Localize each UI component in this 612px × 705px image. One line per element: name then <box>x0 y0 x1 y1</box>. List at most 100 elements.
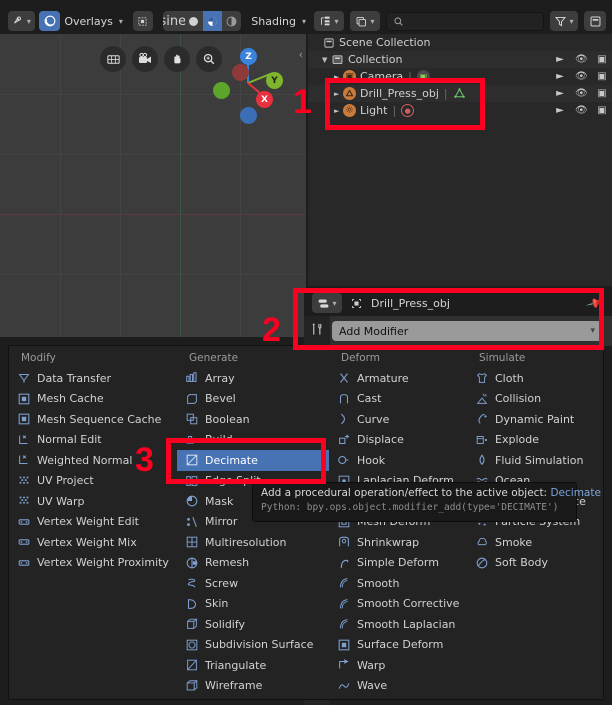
shading-material-preview-button[interactable] <box>203 11 223 31</box>
menu-item-subdivision-surface[interactable]: Subdivision Surface <box>177 635 329 656</box>
menu-item-simple-deform[interactable]: Simple Deform <box>329 553 467 574</box>
disclosure-triangle-icon[interactable]: ▼ <box>322 56 331 64</box>
add-modifier-menu[interactable]: Modify Data Transfer Mesh Cache Mesh Seq… <box>8 345 604 700</box>
tooltip-python: Python: bpy.ops.object.modifier_add(type… <box>261 502 559 513</box>
hand-pan-icon[interactable] <box>164 46 190 72</box>
selectability-arrow-icon[interactable]: ► <box>554 71 566 82</box>
menu-item-smooth[interactable]: Smooth <box>329 573 467 594</box>
menu-item-explode[interactable]: Explode <box>467 430 603 451</box>
menu-item-bevel[interactable]: Bevel <box>177 389 329 410</box>
menu-item-smooth-corrective[interactable]: Smooth Corrective <box>329 594 467 615</box>
menu-column-heading: Modify <box>21 352 56 364</box>
menu-item-smooth-laplacian[interactable]: Smooth Laplacian <box>329 614 467 635</box>
new-collection-icon[interactable] <box>584 11 606 31</box>
outliner-row-scene-collection[interactable]: Scene Collection <box>308 34 612 51</box>
grid-tool-icon[interactable] <box>100 46 126 72</box>
gizmo-axis-neg-x[interactable] <box>232 64 249 81</box>
menu-item-fluid-simulation[interactable]: Fluid Simulation <box>467 450 603 471</box>
outliner[interactable]: Scene Collection ▼ Collection ► 👁 ▣ ► ▣ … <box>308 34 612 286</box>
menu-item-curve[interactable]: Curve <box>329 409 467 430</box>
selectability-arrow-icon[interactable]: ► <box>554 88 566 99</box>
gizmo-axis-neg-z[interactable] <box>240 107 257 124</box>
menu-item-shrinkwrap[interactable]: Shrinkwrap <box>329 532 467 553</box>
menu-item-surface-deform[interactable]: Surface Deform <box>329 635 467 656</box>
gizmo-axis-x[interactable]: X <box>256 91 273 108</box>
camera-tool-icon[interactable] <box>132 46 158 72</box>
outliner-display-mode-icon[interactable]: ▾ <box>314 11 344 31</box>
shading-rendered-button[interactable] <box>222 11 242 31</box>
menu-item-hook[interactable]: Hook <box>329 450 467 471</box>
menu-items-deform[interactable]: Armature Cast Curve Displace Hook Laplac… <box>329 368 467 696</box>
menu-item-label: Displace <box>357 433 404 447</box>
menu-item-array[interactable]: Array <box>177 368 329 389</box>
visibility-eye-icon[interactable]: 👁 <box>575 71 588 82</box>
menu-item-vertex-weight-proximity[interactable]: Vertex Weight Proximity <box>9 553 177 574</box>
selectability-arrow-icon[interactable]: ► <box>554 54 566 65</box>
menu-item-smoke[interactable]: Smoke <box>467 532 603 553</box>
menu-item-screw[interactable]: Screw <box>177 573 329 594</box>
menu-item-cast[interactable]: Cast <box>329 389 467 410</box>
menu-item-displace[interactable]: Displace <box>329 430 467 451</box>
menu-item-label: Dynamic Paint <box>495 412 575 426</box>
menu-item-data-transfer[interactable]: Data Transfer <box>9 368 177 389</box>
menu-item-solidify[interactable]: Solidify <box>177 614 329 635</box>
menu-item-skin[interactable]: Skin <box>177 594 329 615</box>
menu-item-collision[interactable]: Collision <box>467 389 603 410</box>
menu-item-wireframe[interactable]: Wireframe <box>177 676 329 697</box>
menu-item-boolean[interactable]: Boolean <box>177 409 329 430</box>
menu-item-multiresolution[interactable]: Multiresolution <box>177 532 329 553</box>
gizmo-axis-z[interactable]: Z <box>240 48 257 65</box>
gizmo-axis-neg-y[interactable] <box>213 82 230 99</box>
funnel-filter-icon[interactable]: ▾ <box>550 11 578 31</box>
render-camera-icon[interactable]: ▣ <box>596 88 608 99</box>
render-camera-icon[interactable]: ▣ <box>596 71 608 82</box>
outliner-row-toggles[interactable]: ► 👁 ▣ <box>554 71 608 82</box>
outliner-row-toggles[interactable]: ► 👁 ▣ <box>554 88 608 99</box>
3d-viewport[interactable]: Z Y X ‹ <box>0 34 306 337</box>
shading-mode-group[interactable]: business; <box>162 11 242 31</box>
menu-item-label: UV Warp <box>37 494 85 508</box>
outliner-row-collection[interactable]: ▼ Collection ► 👁 ▣ <box>308 51 612 68</box>
viewport-tool-buttons[interactable] <box>100 46 222 72</box>
menu-item-wave[interactable]: Wave <box>329 676 467 697</box>
xray-toggle-button[interactable] <box>132 11 153 31</box>
boolean-icon <box>185 412 199 426</box>
menu-items-simulate[interactable]: Cloth Collision Dynamic Paint Explode Fl… <box>467 368 603 573</box>
overlays-chevron-icon[interactable]: ▾ <box>119 17 123 26</box>
editor-type-icon[interactable]: ▾ <box>8 11 35 31</box>
gizmo-axis-y[interactable]: Y <box>266 72 283 89</box>
menu-item-warp[interactable]: Warp <box>329 655 467 676</box>
overlays-label[interactable]: Overlays <box>64 15 113 28</box>
menu-item-vertex-weight-mix[interactable]: Vertex Weight Mix <box>9 532 177 553</box>
vertex-weight-proximity-icon <box>17 556 31 570</box>
menu-item-uv-warp[interactable]: UV Warp <box>9 491 177 512</box>
visibility-eye-icon[interactable]: 👁 <box>575 54 588 65</box>
visibility-eye-icon[interactable]: 👁 <box>575 105 588 116</box>
menu-item-soft-body[interactable]: Soft Body <box>467 553 603 574</box>
menu-item-dynamic-paint[interactable]: Dynamic Paint <box>467 409 603 430</box>
menu-item-cloth[interactable]: Cloth <box>467 368 603 389</box>
render-camera-icon[interactable]: ▣ <box>596 105 608 116</box>
render-camera-icon[interactable]: ▣ <box>596 54 608 65</box>
sidebar-toggle-icon[interactable]: ‹ <box>299 48 303 61</box>
outliner-row-toggles[interactable]: ► 👁 ▣ <box>554 54 608 65</box>
shading-label[interactable]: Shading <box>251 15 296 28</box>
outliner-row-toggles[interactable]: ► 👁 ▣ <box>554 105 608 116</box>
menu-item-mesh-cache[interactable]: Mesh Cache <box>9 389 177 410</box>
navigation-gizmo[interactable]: Z Y X <box>210 42 283 124</box>
menu-item-mesh-sequence-cache[interactable]: Mesh Sequence Cache <box>9 409 177 430</box>
menu-item-remesh[interactable]: Remesh <box>177 553 329 574</box>
menu-item-armature[interactable]: Armature <box>329 368 467 389</box>
shading-wireframe-button[interactable]: business; <box>162 11 204 31</box>
shading-solid-button[interactable] <box>184 11 204 31</box>
overlays-toggle-button[interactable] <box>38 11 61 31</box>
id-type-filter-icon[interactable]: ▾ <box>350 11 380 31</box>
visibility-eye-icon[interactable]: 👁 <box>575 88 588 99</box>
selectability-arrow-icon[interactable]: ► <box>554 105 566 116</box>
search-input[interactable] <box>386 11 544 31</box>
menu-items-generate[interactable]: Array Bevel Boolean Build Decimate Edge … <box>177 368 329 696</box>
shading-chevron-icon[interactable]: ▾ <box>302 17 306 26</box>
menu-item-vertex-weight-edit[interactable]: Vertex Weight Edit <box>9 512 177 533</box>
menu-item-triangulate[interactable]: Triangulate <box>177 655 329 676</box>
remesh-icon <box>185 556 199 570</box>
